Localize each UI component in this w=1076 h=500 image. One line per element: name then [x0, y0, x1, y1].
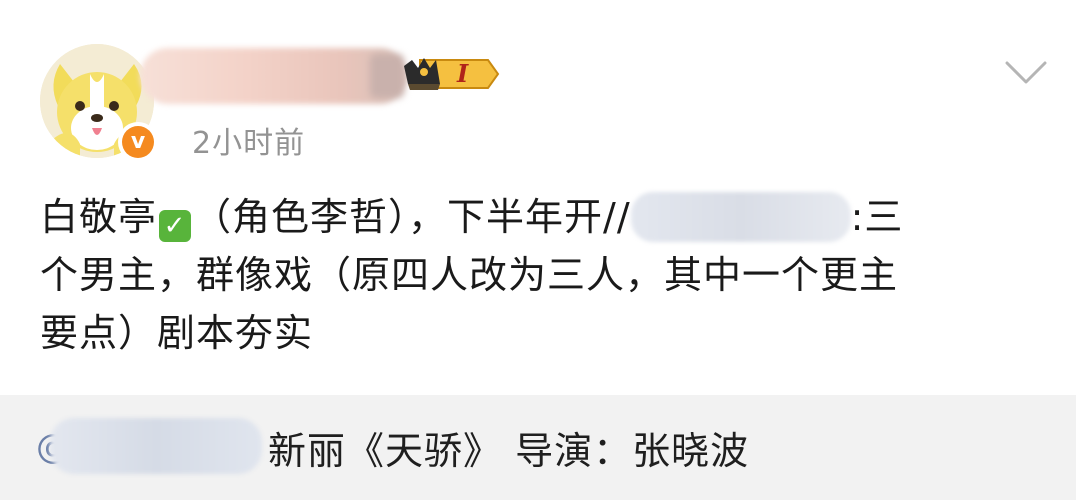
retweet-author-redacted[interactable] [50, 418, 262, 474]
verified-mark: v [122, 126, 154, 158]
crown-level-badge-icon[interactable]: I [400, 50, 500, 94]
retweet-text: 新丽《天骄》 导演：张晓波 [268, 429, 750, 473]
content-text: 白敬亭 [40, 195, 158, 239]
verified-badge-icon: v [118, 122, 158, 162]
level-badge-text: I [456, 59, 469, 88]
post-content: 白敬亭 ✓ （角色李哲），下半年开// :三 个男主，群像戏（原四人改为三人，其中一个… [40, 188, 1040, 362]
content-line-2: 个男主，群像戏（原四人改为三人，其中一个更主 [40, 253, 899, 297]
content-line-1: 白敬亭 ✓ （角色李哲），下半年开// :三 [40, 188, 1040, 246]
post-timestamp: 2小时前 [192, 126, 306, 161]
check-mark-emoji-icon: ✓ [159, 210, 192, 242]
chevron-down-icon[interactable] [1004, 58, 1048, 88]
mention-redacted[interactable] [630, 192, 851, 242]
username-redacted[interactable] [140, 48, 408, 104]
content-text: （角色李哲），下半年开// [193, 195, 631, 239]
weibo-post-card: v I 2小时前 白敬亭 ✓ （角色李哲），下半年开// :三 个男主，群像戏（原四人… [0, 0, 1076, 395]
username-redacted-shade [370, 54, 404, 98]
content-text: :三 [850, 195, 904, 239]
content-line-3: 要点）剧本夯实 [40, 311, 314, 355]
